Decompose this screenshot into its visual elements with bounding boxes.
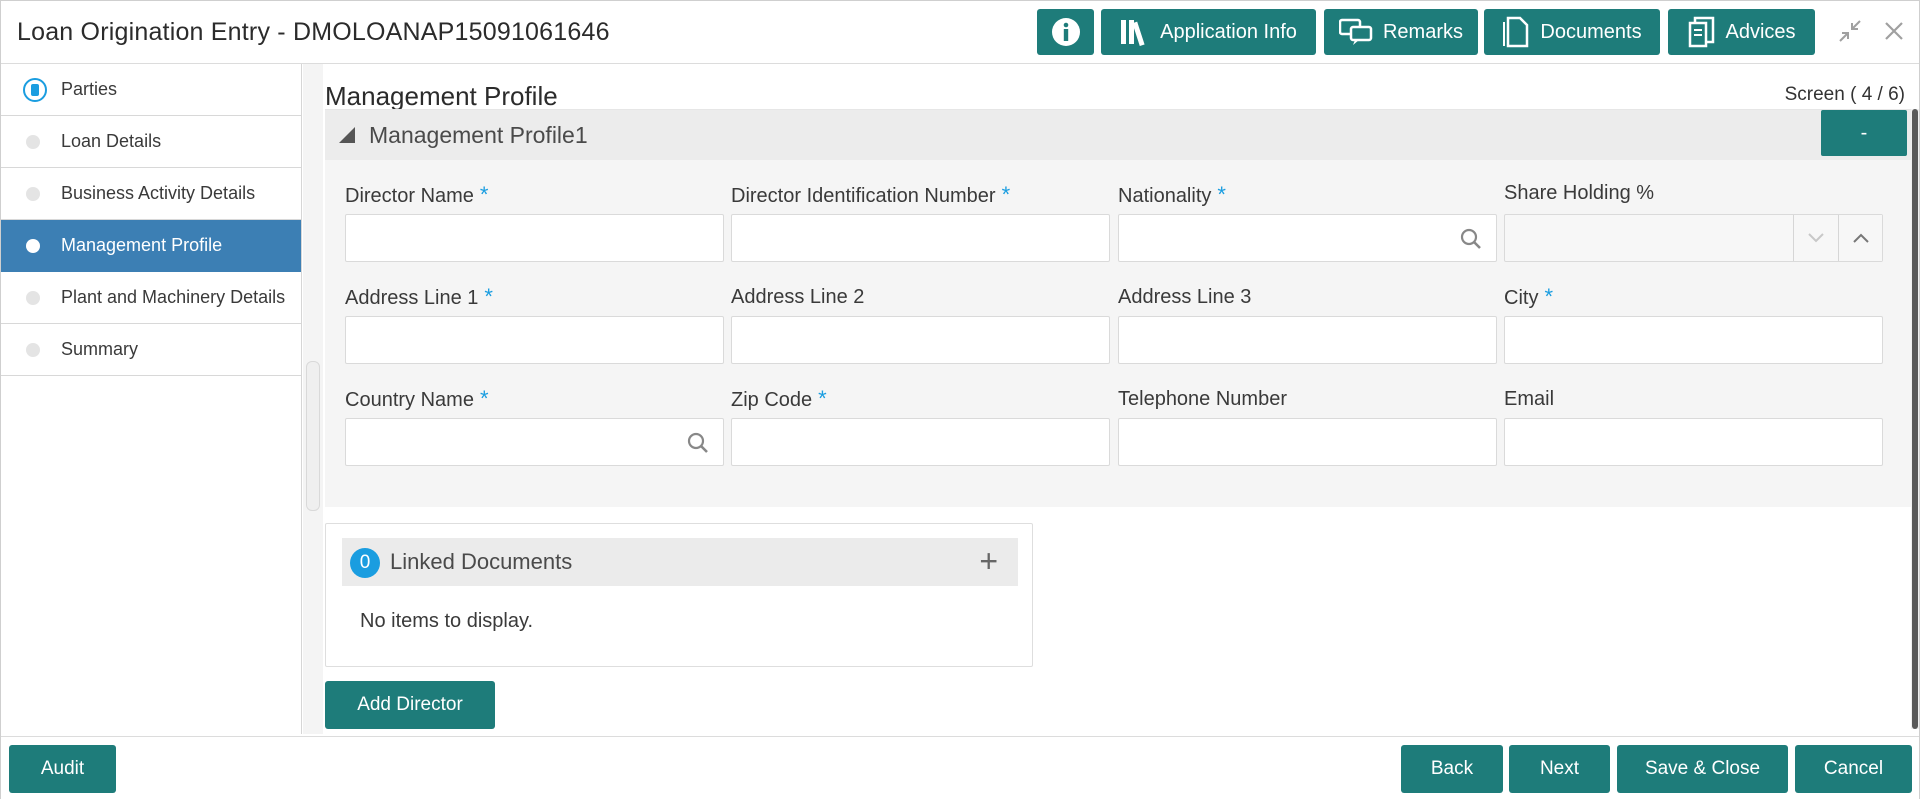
- documents-count-badge: 0: [350, 548, 380, 578]
- page-window-title: Loan Origination Entry - DMOLOANAP150910…: [17, 18, 610, 46]
- step-dot-icon: [26, 342, 40, 357]
- required-marker: *: [479, 182, 489, 207]
- minimize-window-icon[interactable]: [1837, 18, 1863, 51]
- email-field[interactable]: [1504, 418, 1883, 466]
- zip-code-label: Zip Code *: [731, 386, 827, 411]
- sidebar-item-management-profile[interactable]: Management Profile: [1, 220, 301, 272]
- country-name-label: Country Name *: [345, 386, 489, 411]
- close-window-icon[interactable]: [1883, 18, 1905, 49]
- sidebar-item-label: Summary: [61, 339, 139, 359]
- step-dot-icon: [26, 186, 40, 201]
- nationality-label: Nationality *: [1118, 182, 1226, 207]
- info-button[interactable]: [1037, 9, 1094, 55]
- nationality-field[interactable]: [1118, 214, 1497, 262]
- chat-icon: [1338, 18, 1373, 45]
- save-close-button[interactable]: Save & Close: [1617, 745, 1788, 793]
- page-title: Management Profile: [325, 81, 558, 111]
- advices-label: Advices: [1725, 20, 1796, 43]
- required-marker: *: [479, 386, 489, 411]
- cancel-button[interactable]: Cancel: [1795, 745, 1912, 793]
- chevron-up-icon: [1852, 233, 1869, 243]
- management-profile-section: Management Profile1 - Director Name * Dir…: [325, 109, 1911, 507]
- application-info-label: Application Info: [1160, 20, 1297, 43]
- advices-button[interactable]: Advices: [1668, 9, 1815, 55]
- next-button[interactable]: Next: [1509, 745, 1610, 793]
- required-marker: *: [484, 284, 493, 309]
- telephone-field[interactable]: [1118, 418, 1497, 466]
- advices-icon: [1689, 16, 1715, 48]
- library-icon: [1121, 20, 1145, 46]
- sidebar-item-summary[interactable]: Summary: [1, 324, 301, 376]
- application-info-button[interactable]: Application Info: [1101, 9, 1316, 55]
- step-dot-icon: [26, 134, 40, 149]
- section-header[interactable]: Management Profile1 -: [325, 110, 1911, 160]
- increment-button[interactable]: [1838, 215, 1882, 261]
- sidebar-item-parties[interactable]: Parties: [1, 64, 301, 116]
- screen-indicator: Screen ( 4 / 6): [1784, 84, 1905, 105]
- city-field[interactable]: [1504, 316, 1883, 364]
- step-current-icon: [23, 77, 47, 102]
- required-marker: *: [1217, 182, 1226, 207]
- address-line-3-field[interactable]: [1118, 316, 1497, 364]
- documents-button[interactable]: Documents: [1484, 9, 1660, 55]
- remarks-button[interactable]: Remarks: [1324, 9, 1478, 55]
- linked-documents-header: 0 Linked Documents +: [342, 538, 1018, 586]
- search-icon[interactable]: [687, 432, 709, 454]
- scrollbar-thumb[interactable]: [1912, 109, 1918, 729]
- empty-message: No items to display.: [360, 610, 534, 632]
- required-marker: *: [1001, 182, 1011, 207]
- search-icon[interactable]: [1460, 228, 1482, 250]
- address-line-2-label: Address Line 2: [731, 286, 865, 308]
- sidebar: Parties Loan Details Business Activity D…: [1, 64, 302, 734]
- footer-bar: Audit Back Next Save & Close Cancel: [1, 736, 1919, 800]
- step-dot-icon: [26, 238, 40, 253]
- required-marker: *: [818, 386, 827, 411]
- chevron-down-icon: [1807, 233, 1824, 243]
- sidebar-item-label: Management Profile: [61, 235, 223, 255]
- share-holding-label: Share Holding %: [1504, 182, 1655, 204]
- sidebar-item-loan-details[interactable]: Loan Details: [1, 116, 301, 168]
- sidebar-item-label: Parties: [61, 79, 118, 99]
- step-dot-icon: [26, 290, 40, 305]
- add-document-icon[interactable]: +: [979, 545, 998, 577]
- sidebar-item-plant-machinery[interactable]: Plant and Machinery Details: [1, 272, 301, 324]
- city-label: City *: [1504, 284, 1554, 309]
- address-line-2-field[interactable]: [731, 316, 1110, 364]
- section-title: Management Profile1: [369, 122, 588, 148]
- sidebar-resize-handle[interactable]: [306, 361, 320, 511]
- collapse-triangle-icon[interactable]: [339, 127, 355, 143]
- zip-code-field[interactable]: [731, 418, 1110, 466]
- share-holding-stepper[interactable]: [1504, 214, 1883, 262]
- info-icon: [1051, 18, 1080, 46]
- required-marker: *: [1544, 284, 1554, 309]
- sidebar-item-label: Loan Details: [61, 131, 162, 151]
- add-director-button[interactable]: Add Director: [325, 681, 495, 729]
- remove-section-button[interactable]: -: [1821, 110, 1907, 156]
- linked-documents-panel: 0 Linked Documents + No items to display…: [325, 523, 1033, 667]
- decrement-button[interactable]: [1793, 215, 1837, 261]
- linked-documents-title: Linked Documents: [390, 549, 573, 574]
- sidebar-item-label: Plant and Machinery Details: [61, 287, 286, 307]
- director-name-label: Director Name *: [345, 182, 489, 207]
- header-bar: Loan Origination Entry - DMOLOANAP150910…: [1, 1, 1919, 64]
- back-button[interactable]: Back: [1401, 745, 1503, 793]
- address-line-1-label: Address Line 1 *: [345, 284, 493, 309]
- email-label: Email: [1504, 388, 1555, 410]
- remarks-label: Remarks: [1382, 20, 1463, 43]
- director-name-field[interactable]: [345, 214, 724, 262]
- director-id-field[interactable]: [731, 214, 1110, 262]
- audit-button[interactable]: Audit: [9, 745, 116, 793]
- sidebar-item-label: Business Activity Details: [61, 183, 256, 203]
- documents-label: Documents: [1540, 20, 1642, 43]
- country-name-field[interactable]: [345, 418, 724, 466]
- telephone-label: Telephone Number: [1118, 388, 1287, 410]
- document-icon: [1503, 16, 1529, 48]
- director-id-label: Director Identification Number *: [731, 182, 1011, 207]
- address-line-3-label: Address Line 3: [1118, 286, 1252, 308]
- address-line-1-field[interactable]: [345, 316, 724, 364]
- sidebar-item-business-activity[interactable]: Business Activity Details: [1, 168, 301, 220]
